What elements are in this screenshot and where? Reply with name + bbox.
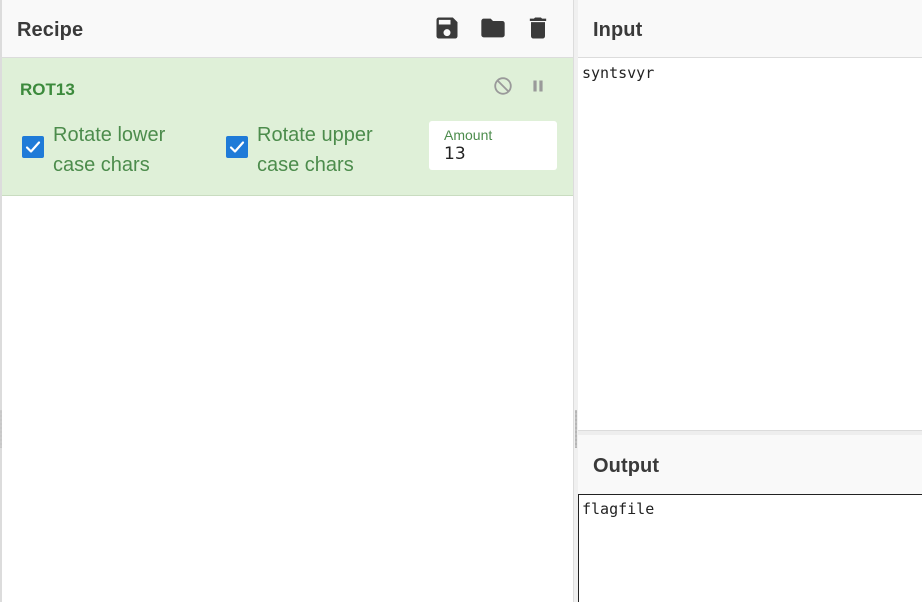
output-title: Output <box>593 455 660 477</box>
output-pane: Output flagfile <box>578 435 922 602</box>
rotate-upper-label: Rotate upper case chars <box>257 124 373 176</box>
input-pane: Input syntsvyr <box>578 0 922 430</box>
input-title: Input <box>593 19 643 41</box>
input-header: Input <box>578 0 922 58</box>
pause-icon <box>533 80 543 92</box>
left-edge-grip <box>0 410 2 448</box>
input-textarea[interactable]: syntsvyr <box>578 58 922 430</box>
amount-field[interactable]: Amount <box>429 121 557 170</box>
gutter-grip-icon <box>575 410 577 448</box>
recipe-pane: Recipe ROT13 Rotate lower case chars Rot… <box>0 0 573 602</box>
output-textarea[interactable]: flagfile <box>578 494 922 602</box>
operation-title: ROT13 <box>20 80 75 99</box>
output-header: Output <box>578 435 922 494</box>
checkbox-checked-icon[interactable] <box>22 136 44 158</box>
breakpoint-button[interactable] <box>527 75 549 97</box>
amount-label: Amount <box>444 127 493 143</box>
load-recipe-button[interactable] <box>479 14 507 42</box>
recipe-title: Recipe <box>17 19 84 41</box>
save-recipe-button[interactable] <box>433 14 461 42</box>
rotate-lower-label: Rotate lower case chars <box>53 124 166 176</box>
save-icon <box>436 17 458 39</box>
disable-icon <box>494 77 512 95</box>
operation-rot13[interactable]: ROT13 Rotate lower case chars Rotate upp… <box>2 58 573 196</box>
cyberchef-app: Recipe ROT13 Rotate lower case chars Rot… <box>0 0 922 602</box>
checkbox-checked-icon[interactable] <box>226 136 248 158</box>
recipe-header: Recipe <box>2 0 573 58</box>
clear-recipe-button[interactable] <box>524 14 552 42</box>
trash-icon <box>529 17 547 39</box>
folder-icon <box>481 18 505 38</box>
amount-input[interactable] <box>444 144 544 164</box>
disable-operation-button[interactable] <box>492 75 514 97</box>
